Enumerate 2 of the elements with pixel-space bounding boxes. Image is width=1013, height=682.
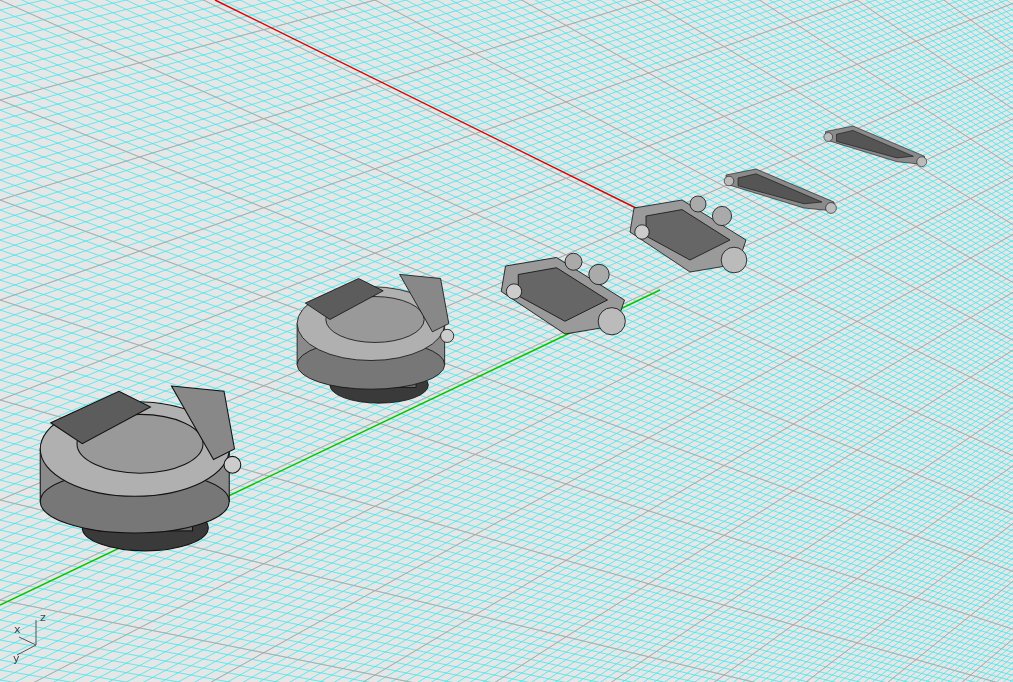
y-axis-label: y (13, 652, 20, 665)
axis-gizmo-icon (16, 619, 37, 656)
